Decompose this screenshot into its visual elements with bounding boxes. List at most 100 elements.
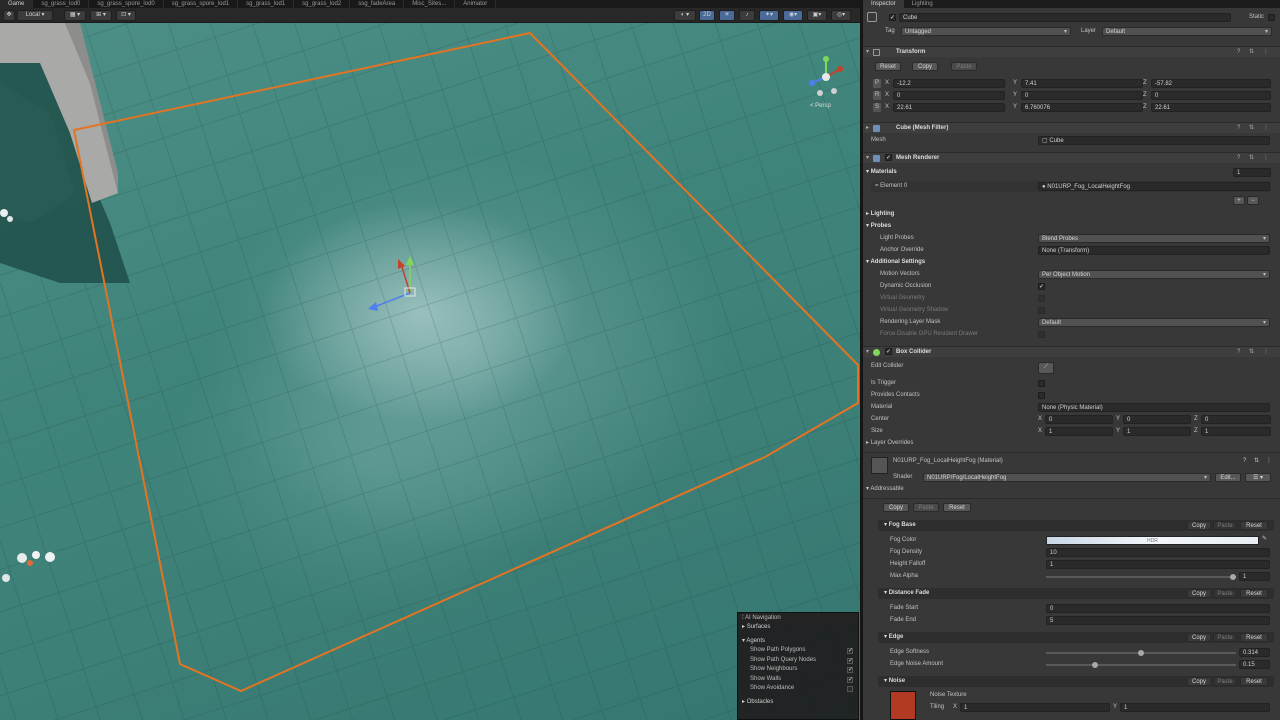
- material-copy-button[interactable]: Copy: [883, 503, 909, 512]
- fade-end-field[interactable]: 5: [1046, 616, 1270, 625]
- increment-snap-icon[interactable]: ⊞ ▾: [90, 10, 112, 21]
- addressable-toggle[interactable]: ▾ Addressable: [866, 485, 904, 494]
- virtual-geometry-shadow-checkbox[interactable]: [1038, 307, 1045, 314]
- navigation-option-checkbox[interactable]: ✓: [847, 667, 853, 673]
- box-collider-header[interactable]: ▾ ✓ Box Collider ? ⇅ ⋮: [863, 346, 1280, 357]
- rendering-layer-mask-dropdown[interactable]: Default: [1038, 318, 1270, 327]
- foldout-arrow-icon[interactable]: ▾: [866, 154, 869, 163]
- size-z-field[interactable]: 1: [1201, 427, 1271, 436]
- shading-mode-icon[interactable]: ◐ ▾: [674, 10, 696, 21]
- scene-tab[interactable]: Game: [0, 0, 34, 8]
- is-trigger-checkbox[interactable]: [1038, 380, 1045, 387]
- edge-softness-knob[interactable]: [1138, 650, 1144, 656]
- transform-copy-button[interactable]: Copy: [912, 62, 938, 71]
- hidden-objects-icon[interactable]: ◉▾: [783, 10, 803, 21]
- lighting-toggle-icon[interactable]: ☀: [719, 10, 735, 21]
- navigation-option-row[interactable]: Show Neighbours ✓: [738, 665, 858, 675]
- surfaces-section[interactable]: ▸ Surfaces: [738, 623, 858, 633]
- foldout-arrow-icon[interactable]: ▾: [866, 348, 869, 357]
- tiling-x-field[interactable]: 1: [960, 703, 1110, 712]
- noise-texture-thumbnail[interactable]: [890, 691, 916, 720]
- distance-fade-paste-button[interactable]: Paste: [1213, 589, 1237, 598]
- component-menu-icon[interactable]: ⋮: [1263, 154, 1269, 163]
- scene-tab[interactable]: Animator: [455, 0, 497, 8]
- noise-reset-button[interactable]: Reset: [1240, 677, 1268, 686]
- agents-section[interactable]: ▾ Agents: [738, 637, 858, 647]
- fog-color-swatch[interactable]: HDR: [1046, 536, 1259, 545]
- fog-base-reset-button[interactable]: Reset: [1240, 521, 1268, 530]
- transform-header[interactable]: ▾ Transform ? ⇅ ⋮: [863, 46, 1280, 57]
- presets-icon[interactable]: ⇅: [1249, 124, 1254, 133]
- effects-toggle-icon[interactable]: ✦▾: [759, 10, 779, 21]
- distance-fade-reset-button[interactable]: Reset: [1240, 589, 1268, 598]
- edge-softness-field[interactable]: 0.314: [1239, 648, 1270, 657]
- max-alpha-knob[interactable]: [1230, 574, 1236, 580]
- fog-density-field[interactable]: 10: [1046, 548, 1270, 557]
- transform-paste-button[interactable]: Paste: [951, 62, 977, 71]
- navigation-option-row[interactable]: Show Avoidance: [738, 684, 858, 694]
- scene-tab[interactable]: sg_grass_spore_lod1: [164, 0, 239, 8]
- fog-base-copy-button[interactable]: Copy: [1187, 521, 1211, 530]
- box-collider-enabled-checkbox[interactable]: ✓: [885, 348, 892, 355]
- navigation-option-checkbox[interactable]: ✓: [847, 648, 853, 654]
- help-icon[interactable]: ?: [1237, 48, 1240, 57]
- material-object-field[interactable]: ● N01URP_Fog_LocalHeightFog: [1038, 182, 1270, 191]
- transform-y-field[interactable]: 6.760076: [1021, 103, 1143, 112]
- scene-tab[interactable]: sg_grass_lod1: [238, 0, 295, 8]
- max-alpha-field[interactable]: 1: [1239, 572, 1270, 581]
- help-icon[interactable]: ?: [1243, 457, 1246, 466]
- presets-icon[interactable]: ⇅: [1249, 348, 1254, 357]
- motion-vectors-dropdown[interactable]: Per Object Motion: [1038, 270, 1270, 279]
- edge-noise-knob[interactable]: [1092, 662, 1098, 668]
- materials-count-field[interactable]: 1: [1233, 168, 1271, 177]
- perspective-label[interactable]: < Persp: [810, 103, 831, 109]
- static-checkbox[interactable]: [1268, 14, 1275, 21]
- obstacles-section[interactable]: ▸ Obstacles: [738, 698, 858, 708]
- edge-reset-button[interactable]: Reset: [1240, 633, 1268, 642]
- navigation-option-checkbox[interactable]: ✓: [847, 676, 853, 683]
- navigation-option-checkbox[interactable]: ✓: [847, 657, 853, 664]
- transform-y-field[interactable]: 7.41: [1021, 79, 1143, 88]
- center-y-field[interactable]: 0: [1123, 415, 1191, 424]
- layer-overrides-foldout[interactable]: ▸ Layer Overrides: [866, 439, 913, 448]
- foldout-arrow-icon[interactable]: ▾: [866, 48, 869, 57]
- lighting-foldout[interactable]: ▸ Lighting: [866, 210, 894, 219]
- mesh-renderer-header[interactable]: ▾ ✓ Mesh Renderer ? ⇅ ⋮: [863, 152, 1280, 163]
- transform-y-field[interactable]: 0: [1021, 91, 1143, 100]
- transform-z-field[interactable]: -57.82: [1151, 79, 1271, 88]
- presets-icon[interactable]: ⇅: [1254, 457, 1259, 466]
- edit-collider-icon[interactable]: ⟋: [1038, 362, 1054, 374]
- scene-view[interactable]: < Persp ⁞ AI Navigation ▸ Surfaces ▾ Age…: [0, 23, 860, 720]
- material-reset-button[interactable]: Reset: [943, 503, 971, 512]
- size-y-field[interactable]: 1: [1123, 427, 1191, 436]
- audio-toggle-icon[interactable]: ♪: [739, 10, 755, 21]
- light-probes-dropdown[interactable]: Blend Probes: [1038, 234, 1270, 243]
- transform-x-field[interactable]: -12.2: [893, 79, 1005, 88]
- transform-z-field[interactable]: 0: [1151, 91, 1271, 100]
- edge-paste-button[interactable]: Paste: [1213, 633, 1237, 642]
- component-menu-icon[interactable]: ⋮: [1266, 457, 1272, 466]
- force-disable-gpu-checkbox[interactable]: [1038, 331, 1045, 338]
- scene-tab[interactable]: sg_grass_lod2: [294, 0, 351, 8]
- edge-copy-button[interactable]: Copy: [1187, 633, 1211, 642]
- help-icon[interactable]: ?: [1237, 348, 1240, 357]
- layer-dropdown[interactable]: Default: [1102, 27, 1272, 36]
- transform-x-field[interactable]: 0: [893, 91, 1005, 100]
- navigation-option-row[interactable]: Show Walls ✓: [738, 675, 858, 685]
- fade-start-field[interactable]: 0: [1046, 604, 1270, 613]
- navigation-option-checkbox[interactable]: [847, 686, 853, 692]
- fog-base-paste-button[interactable]: Paste: [1213, 521, 1237, 530]
- tab-lighting[interactable]: Lighting: [904, 0, 941, 8]
- anchor-override-field[interactable]: None (Transform): [1038, 246, 1270, 255]
- provides-contacts-checkbox[interactable]: [1038, 392, 1045, 399]
- dynamic-occlusion-checkbox[interactable]: ✓: [1038, 283, 1045, 290]
- pivot-dropdown[interactable]: Local ▾: [17, 10, 53, 21]
- center-z-field[interactable]: 0: [1201, 415, 1271, 424]
- presets-icon[interactable]: ⇅: [1249, 154, 1254, 163]
- mesh-filter-header[interactable]: ▸ Cube (Mesh Filter) ? ⇅ ⋮: [863, 122, 1280, 133]
- scene-tab[interactable]: Misc_Sites...: [404, 0, 456, 8]
- probes-foldout[interactable]: ▾ Probes: [866, 222, 891, 231]
- max-alpha-slider[interactable]: [1046, 572, 1236, 581]
- navigation-option-row[interactable]: Show Path Query Nodes ✓: [738, 656, 858, 666]
- tab-inspector[interactable]: Inspector: [863, 0, 904, 8]
